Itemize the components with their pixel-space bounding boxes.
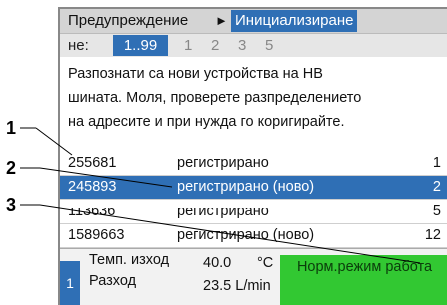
breadcrumb-current[interactable]: Инициализиране [231, 10, 358, 32]
channel-badge: 1 [60, 261, 80, 305]
device-address: 5 [432, 203, 441, 219]
device-id: 255681 [68, 155, 117, 171]
page-1[interactable]: 1 [184, 34, 192, 57]
info-message: Разпознати са нови устройства на HB шина… [68, 62, 443, 134]
device-address: 1 [432, 155, 441, 171]
device-id: 245893 [68, 179, 117, 195]
device-address: 2 [432, 179, 441, 195]
temp-value: 40.0 [203, 255, 232, 271]
title-bar: Предупреждение ► Инициализиране [60, 9, 447, 33]
callout-1: 1 [6, 118, 17, 138]
device-screen: Предупреждение ► Инициализиране не: 1..9… [58, 7, 447, 305]
operating-mode-badge: Норм.режим работа [280, 255, 447, 305]
temp-label: Темп. изход [89, 252, 170, 268]
message-line: Разпознати са нови устройства на HB [68, 66, 323, 82]
flow-label: Разход [89, 273, 137, 289]
device-status: регистрирано (ново) [177, 179, 315, 195]
device-list: 255681 регистрирано 1 245893 регистриран… [60, 152, 447, 248]
page-3[interactable]: 3 [238, 34, 246, 57]
device-row[interactable]: 255681 регистрирано 1 [60, 152, 447, 176]
message-line: на адресите и при нужда го коригирайте. [68, 114, 345, 130]
flow-value: 23.5 L/min [203, 278, 271, 294]
device-status: регистрирано [177, 203, 269, 219]
breadcrumb-warning[interactable]: Предупреждение [68, 9, 188, 33]
device-status: регистрирано [177, 155, 269, 171]
device-status: регистрирано (ново) [177, 227, 315, 243]
page-selector: не: 1..99 1 2 3 5 [60, 33, 447, 57]
temp-unit: °C [257, 255, 274, 271]
callout-2: 2 [6, 158, 17, 178]
status-bar: 1 Темп. изход 40.0 °C Разход 23.5 L/min … [60, 248, 447, 305]
page-range-selected[interactable]: 1..99 [113, 35, 168, 56]
page-5[interactable]: 5 [265, 34, 273, 57]
device-address: 12 [424, 227, 441, 243]
callout-3: 3 [6, 195, 17, 215]
device-id: 1589663 [68, 227, 125, 243]
device-id: 113636 [68, 203, 116, 219]
page-2[interactable]: 2 [211, 34, 219, 57]
message-line: шината. Моля, проверете разпределението [68, 90, 362, 106]
page-label: не: [68, 37, 89, 54]
device-row[interactable]: 113636 регистрирано 5 [60, 200, 447, 224]
breadcrumb-arrow-icon: ► [215, 13, 228, 28]
device-row-selected[interactable]: 245893 регистрирано (ново) 2 [60, 176, 447, 200]
device-row[interactable]: 1589663 регистрирано (ново) 12 [60, 224, 447, 248]
